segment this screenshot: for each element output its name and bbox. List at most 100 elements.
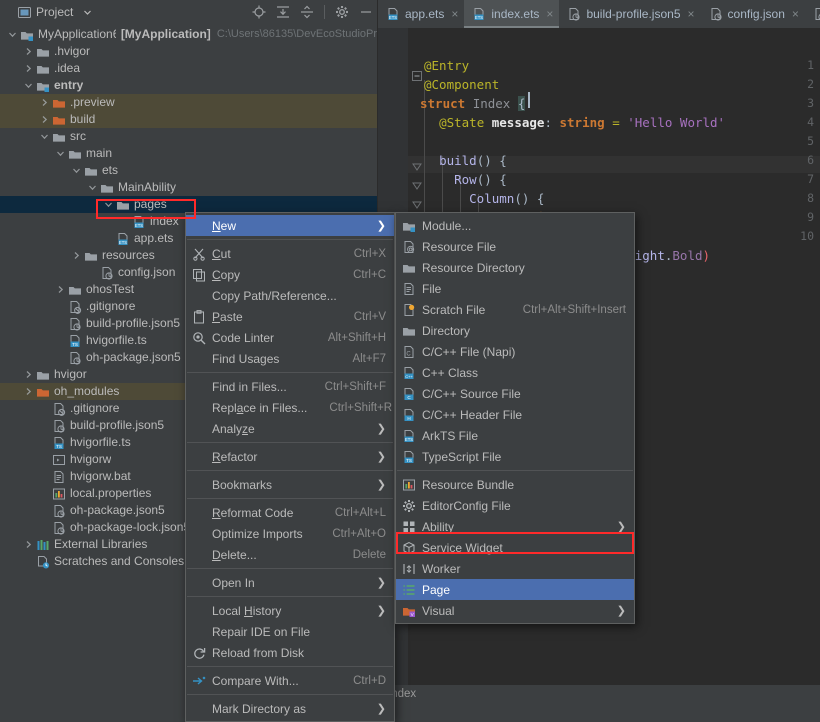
menu-item-find-in-files[interactable]: Find in Files... Ctrl+Shift+F: [186, 376, 394, 397]
tree-row--preview[interactable]: .preview: [0, 94, 377, 111]
menu-item-repair-ide-on-file[interactable]: Repair IDE on File: [186, 621, 394, 642]
menu-item-ability[interactable]: Ability ❯: [396, 516, 634, 537]
menu-item-resource-bundle[interactable]: Resource Bundle: [396, 474, 634, 495]
close-icon[interactable]: ×: [792, 7, 799, 21]
chevron-down-icon[interactable]: [24, 81, 33, 90]
chevron-right-icon[interactable]: [24, 387, 33, 396]
editor-tab-bar[interactable]: ETS app.ets × ETS index.ets × build-profile.js…: [378, 0, 820, 28]
tree-row-label: index: [150, 214, 179, 228]
tree-row-main[interactable]: main: [0, 145, 377, 162]
file-context-menu[interactable]: New ❯ Cut Ctrl+X Copy Ctrl+C Copy Path/Referen…: [185, 212, 395, 722]
menu-item-c-c++-header-file[interactable]: H C/C++ Header File: [396, 404, 634, 425]
minimize-icon[interactable]: [359, 5, 373, 19]
close-icon[interactable]: ×: [451, 7, 458, 21]
menu-item-c-c++-file-napi[interactable]: C C/C++ File (Napi): [396, 341, 634, 362]
tree-row-myapplication6[interactable]: MyApplication6 [MyApplication] C:\Users\86…: [0, 26, 377, 43]
menu-item-service-widget[interactable]: Service Widget: [396, 537, 634, 558]
tree-row-path: C:\Users\86135\DevEcoStudioPr: [216, 28, 377, 40]
tree-row-pages[interactable]: pages: [0, 196, 377, 213]
text-caret: [528, 92, 530, 108]
menu-item-copy-path-reference[interactable]: Copy Path/Reference...: [186, 285, 394, 306]
expand-all-icon[interactable]: [276, 5, 290, 19]
chevron-down-icon[interactable]: [83, 8, 92, 17]
chevron-right-icon[interactable]: [24, 540, 33, 549]
menu-item-icon-placeholder: [192, 506, 206, 520]
chevron-right-icon[interactable]: [40, 98, 49, 107]
menu-item-reload-from-disk[interactable]: Reload from Disk: [186, 642, 394, 663]
tree-row-ets[interactable]: ets: [0, 162, 377, 179]
menu-item-visual[interactable]: V Visual ❯: [396, 600, 634, 621]
tree-row--hvigor[interactable]: .hvigor: [0, 43, 377, 60]
menu-item-label: C/C++ Header File: [422, 407, 523, 422]
menu-item-label: Worker: [422, 561, 461, 576]
menu-item-cut[interactable]: Cut Ctrl+X: [186, 243, 394, 264]
chevron-right-icon[interactable]: [24, 64, 33, 73]
menu-item-reformat-code[interactable]: Reformat Code Ctrl+Alt+L: [186, 502, 394, 523]
project-panel-title: Project: [36, 5, 74, 19]
chevron-right-icon[interactable]: [40, 115, 49, 124]
menu-item-editorconfig-file[interactable]: EditorConfig File: [396, 495, 634, 516]
close-icon[interactable]: ×: [688, 7, 695, 21]
chevron-down-icon[interactable]: [8, 30, 17, 39]
chevron-down-icon[interactable]: [72, 166, 81, 175]
menu-item-delete[interactable]: Delete... Delete: [186, 544, 394, 565]
tree-row-entry[interactable]: entry: [0, 77, 377, 94]
chevron-right-icon[interactable]: [24, 47, 33, 56]
menu-item-directory[interactable]: Directory: [396, 320, 634, 341]
settings-gear-icon[interactable]: [335, 5, 349, 19]
editor-tab-config-json[interactable]: config.json ×: [701, 0, 805, 28]
menu-item-code-linter[interactable]: Code Linter Alt+Shift+H: [186, 327, 394, 348]
menu-item-replace-in-files[interactable]: Replace in Files... Ctrl+Shift+R: [186, 397, 394, 418]
menu-item-copy[interactable]: Copy Ctrl+C: [186, 264, 394, 285]
menu-item-c++-class[interactable]: C++ C++ Class: [396, 362, 634, 383]
close-icon[interactable]: ×: [546, 7, 553, 21]
chevron-down-icon[interactable]: [88, 183, 97, 192]
menu-item-local-history[interactable]: Local History ❯: [186, 600, 394, 621]
tree-row-mainability[interactable]: MainAbility: [0, 179, 377, 196]
tree-row-src[interactable]: src: [0, 128, 377, 145]
editor-tab-app-ets[interactable]: ETS app.ets ×: [378, 0, 464, 28]
chevron-right-icon[interactable]: [24, 370, 33, 379]
menu-item-compare-with[interactable]: Compare With... Ctrl+D: [186, 670, 394, 691]
editor-tab-entr[interactable]: entr: [805, 0, 820, 28]
menu-item-c-c++-source-file[interactable]: C C/C++ Source File: [396, 383, 634, 404]
fold-marker-row[interactable]: [412, 181, 422, 191]
menu-item-optimize-imports[interactable]: Optimize Imports Ctrl+Alt+O: [186, 523, 394, 544]
chevron-down-icon[interactable]: [56, 149, 65, 158]
folder-orange-icon: [36, 385, 50, 399]
tree-row--idea[interactable]: .idea: [0, 60, 377, 77]
menu-item-new[interactable]: New ❯: [186, 215, 394, 236]
menu-item-page[interactable]: Page: [396, 579, 634, 600]
menu-item-refactor[interactable]: Refactor ❯: [186, 446, 394, 467]
menu-item-typescript-file[interactable]: TS TypeScript File: [396, 446, 634, 467]
menu-item-scratch-file[interactable]: Scratch File Ctrl+Alt+Shift+Insert: [396, 299, 634, 320]
menu-item-bookmarks[interactable]: Bookmarks ❯: [186, 474, 394, 495]
menu-item-paste[interactable]: Paste Ctrl+V: [186, 306, 394, 327]
menu-item-worker[interactable]: Worker: [396, 558, 634, 579]
new-submenu[interactable]: Module... Resource File Resource Directory…: [395, 212, 635, 624]
menu-item-label: EditorConfig File: [422, 498, 511, 513]
collapse-all-icon[interactable]: [300, 5, 314, 19]
tree-row-label: local.properties: [70, 486, 152, 500]
menu-item-open-in[interactable]: Open In ❯: [186, 572, 394, 593]
fold-marker-column[interactable]: [412, 200, 422, 210]
menu-item-analyze[interactable]: Analyze ❯: [186, 418, 394, 439]
menu-item-file[interactable]: File: [396, 278, 634, 299]
chevron-down-icon[interactable]: [40, 132, 49, 141]
menu-item-resource-directory[interactable]: Resource Directory: [396, 257, 634, 278]
fold-marker-build[interactable]: [412, 162, 422, 172]
file-icon: [402, 282, 416, 296]
locate-target-icon[interactable]: [252, 5, 266, 19]
fold-marker-struct[interactable]: [412, 71, 422, 81]
menu-item-resource-file[interactable]: Resource File: [396, 236, 634, 257]
chevron-right-icon[interactable]: [72, 251, 81, 260]
menu-item-module[interactable]: Module...: [396, 215, 634, 236]
editor-tab-build-profile-json5[interactable]: build-profile.json5 ×: [559, 0, 700, 28]
menu-item-mark-directory-as[interactable]: Mark Directory as ❯: [186, 698, 394, 719]
chevron-right-icon[interactable]: [56, 285, 65, 294]
editor-tab-index-ets[interactable]: ETS index.ets ×: [464, 0, 560, 28]
chevron-down-icon[interactable]: [104, 200, 113, 209]
tree-row-build[interactable]: build: [0, 111, 377, 128]
menu-item-arkts-file[interactable]: ETS ArkTS File: [396, 425, 634, 446]
menu-item-find-usages[interactable]: Find Usages Alt+F7: [186, 348, 394, 369]
